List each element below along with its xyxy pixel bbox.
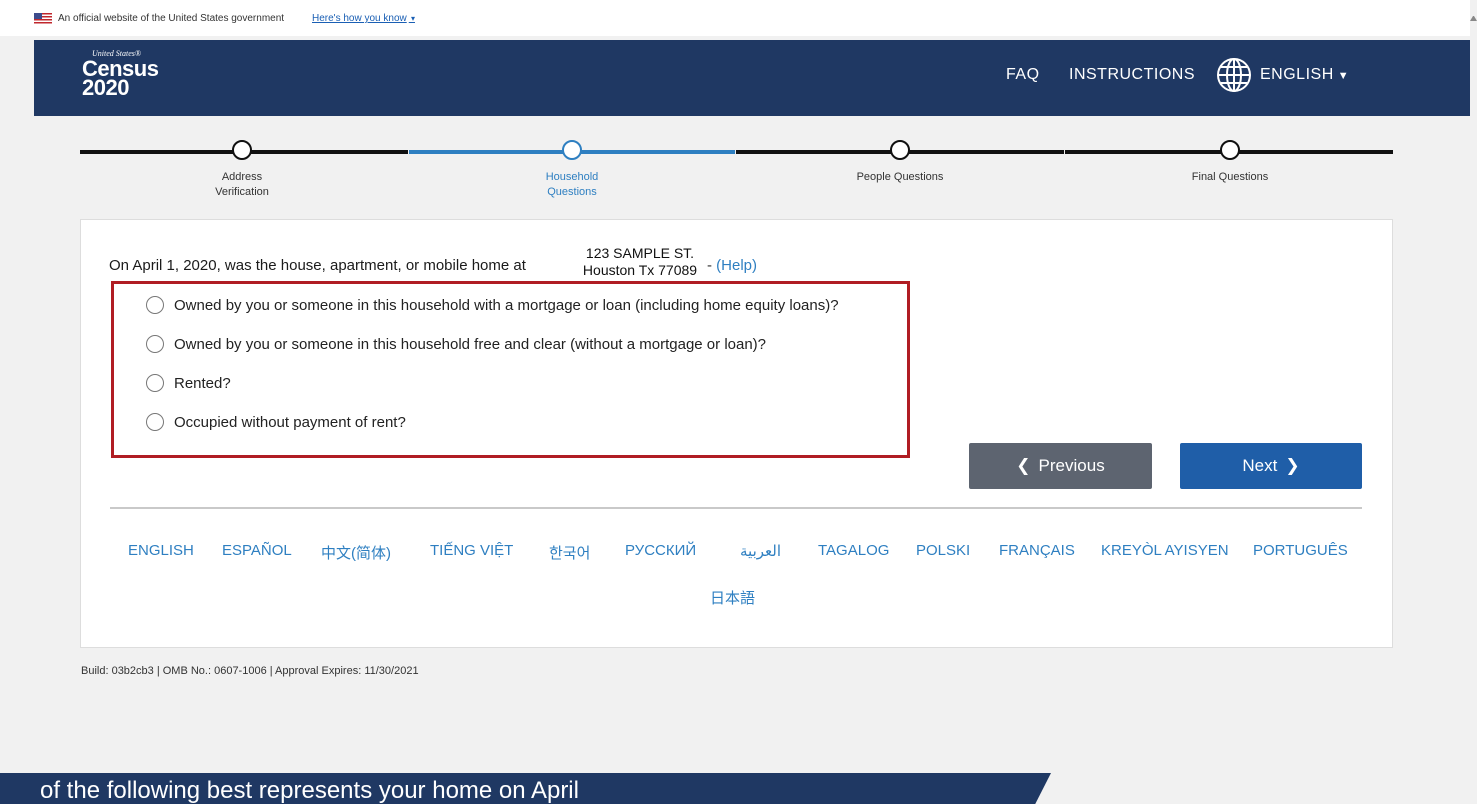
caption-text: of the following best represents your ho… <box>40 777 579 804</box>
option-label: Occupied without payment of rent? <box>174 413 406 431</box>
caret-down-icon: ▼ <box>1337 70 1350 82</box>
option-occupied-without-rent[interactable]: Occupied without payment of rent? <box>146 413 406 431</box>
site-header: United States® Census 2020 FAQ INSTRUCTI… <box>34 40 1470 116</box>
lang-link-portuguese[interactable]: PORTUGUÊS <box>1253 542 1348 559</box>
help-wrapper: - (Help) <box>707 257 757 274</box>
scroll-up-arrow-icon[interactable] <box>1470 14 1477 21</box>
lang-link-vietnamese[interactable]: TIẾNG VIỆT <box>430 542 513 559</box>
instructions-link[interactable]: INSTRUCTIONS <box>1069 40 1195 116</box>
next-button[interactable]: Next ❯ <box>1180 443 1362 489</box>
previous-button[interactable]: ❮ Previous <box>969 443 1152 489</box>
scrollbar[interactable] <box>1470 0 1477 804</box>
lang-link-chinese[interactable]: 中文(简体) <box>321 542 391 563</box>
heres-how-you-know-link[interactable]: Here's how you know ▾ <box>312 13 415 24</box>
step-label-final-questions: Final Questions <box>1191 171 1269 183</box>
option-label: Rented? <box>174 374 231 392</box>
lang-link-spanish[interactable]: ESPAÑOL <box>222 542 292 559</box>
chevron-left-icon: ❮ <box>1016 456 1031 475</box>
caption-bar: of the following best represents your ho… <box>0 773 1051 804</box>
caret-down-icon: ▾ <box>408 14 415 23</box>
faq-link[interactable]: FAQ <box>1006 40 1040 116</box>
option-owned-free-and-clear[interactable]: Owned by you or someone in this househol… <box>146 335 766 353</box>
help-link[interactable]: (Help) <box>716 257 757 274</box>
lang-link-arabic[interactable]: العربية <box>740 542 781 560</box>
gov-banner: An official website of the United States… <box>0 0 1470 36</box>
gov-banner-text: An official website of the United States… <box>58 13 285 24</box>
radio-button[interactable] <box>146 335 164 353</box>
help-separator: - <box>707 257 717 274</box>
address-line-1: 123 SAMPLE ST. <box>585 245 695 261</box>
radio-button[interactable] <box>146 296 164 314</box>
lang-link-japanese[interactable]: 日本語 <box>710 587 755 608</box>
option-owned-with-mortgage[interactable]: Owned by you or someone in this househol… <box>146 296 839 314</box>
chevron-right-icon: ❯ <box>1285 456 1300 475</box>
lang-link-korean[interactable]: 한국어 <box>549 542 590 563</box>
next-label: Next <box>1242 456 1278 475</box>
globe-icon[interactable] <box>1216 57 1252 93</box>
step-label-address-verification: Address Verification <box>215 171 269 198</box>
step-label-household-questions: Household Questions <box>545 171 599 198</box>
lang-link-haitian-creole[interactable]: KREYÒL AYISYEN <box>1101 542 1229 559</box>
lang-link-tagalog[interactable]: TAGALOG <box>818 542 889 559</box>
language-selector[interactable]: ENGLISH ▼ <box>1260 40 1349 116</box>
lang-link-english[interactable]: ENGLISH <box>128 542 194 559</box>
option-rented[interactable]: Rented? <box>146 374 231 392</box>
step-node-household-questions <box>562 140 582 160</box>
step-node-final-questions <box>1220 140 1240 160</box>
build-info-footer: Build: 03b2cb3 | OMB No.: 0607-1006 | Ap… <box>81 665 419 677</box>
lang-link-french[interactable]: FRANÇAIS <box>999 542 1075 559</box>
option-label: Owned by you or someone in this househol… <box>174 296 839 314</box>
household-address: 123 SAMPLE ST. Houston Tx 77089 <box>575 245 705 285</box>
step-node-people-questions <box>890 140 910 160</box>
divider <box>110 507 1362 509</box>
us-flag-icon <box>34 13 52 24</box>
radio-button[interactable] <box>146 413 164 431</box>
previous-label: Previous <box>1038 456 1105 475</box>
census-2020-logo[interactable]: United States® Census 2020 <box>82 50 159 99</box>
option-label: Owned by you or someone in this househol… <box>174 335 767 353</box>
question-text: On April 1, 2020, was the house, apartme… <box>109 257 526 274</box>
step-label-people-questions: People Questions <box>856 171 944 183</box>
radio-button[interactable] <box>146 374 164 392</box>
step-node-address-verification <box>232 140 252 160</box>
lang-link-russian[interactable]: РУССКИЙ <box>625 542 696 559</box>
address-line-2: Houston Tx 77089 <box>582 262 698 278</box>
lang-link-polish[interactable]: POLSKI <box>916 542 970 559</box>
